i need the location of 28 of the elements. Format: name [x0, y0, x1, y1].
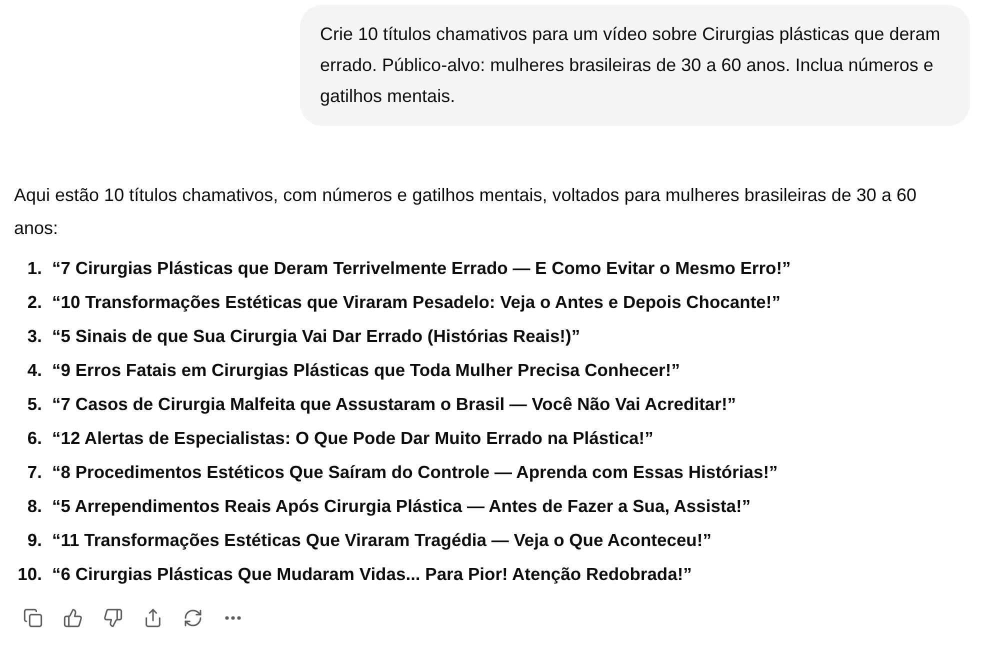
response-intro: Aqui estão 10 títulos chamativos, com números e gatilhos mentais, voltados para mulheres brasileiras de 30 a 60 anos: [14, 184, 918, 240]
list-item-text: “9 Erros Fatais em Cirurgias Plásticas que Toda Mulher Precisa Conhecer!” [52, 358, 680, 382]
thumbs-up-icon [63, 608, 83, 628]
list-number: 2. [26, 290, 42, 314]
list-item-text: “12 Alertas de Especialistas: O Que Pode Dar Muito Errado na Plástica!” [52, 426, 654, 450]
list-number: 1. [26, 256, 42, 280]
list-item-text: “7 Casos de Cirurgia Malfeita que Assustaram o Brasil — Você Não Vai Acreditar!” [52, 392, 736, 416]
list-item-text: “8 Procedimentos Estéticos Que Saíram do Controle — Aprenda com Essas Histórias!” [52, 460, 778, 484]
list-number: 8. [26, 494, 42, 518]
list-item-text: “10 Transformações Estéticas que Viraram Pesadelo: Veja o Antes e Depois Chocante!” [52, 290, 780, 314]
list-item-text: “11 Transformações Estéticas Que Viraram Tragédia — Veja o Que Aconteceu!” [52, 528, 712, 552]
list-number: 5. [26, 392, 42, 416]
list-item-text: “7 Cirurgias Plásticas que Deram Terrivelmente Errado — E Como Evitar o Mesmo Erro!” [52, 256, 791, 280]
more-icon [225, 616, 241, 620]
thumbs-down-icon [103, 608, 123, 628]
user-message: Crie 10 títulos chamativos para um vídeo sobre Cirurgias plásticas que deram errado. Público-alvo: mulheres brasileiras de 30 a 60 anos. Inclua números e gatilhos mentais. [300, 5, 970, 126]
list-item-text: “6 Cirurgias Plásticas Que Mudaram Vidas... Para Pior! Atenção Redobrada!” [52, 562, 692, 586]
list-number: 9. [26, 528, 42, 552]
list-number: 7. [26, 460, 42, 484]
list-item-text: “5 Sinais de que Sua Cirurgia Vai Dar Errado (Histórias Reais!)” [52, 324, 580, 348]
list-number: 4. [26, 358, 42, 382]
list-number: 6. [26, 426, 42, 450]
list-number: 3. [26, 324, 42, 348]
refresh-icon [183, 608, 203, 628]
list-number: 10. [16, 562, 42, 586]
share-icon [143, 608, 163, 628]
copy-icon [23, 608, 43, 628]
list-item-text: “5 Arrependimentos Reais Após Cirurgia Plástica — Antes de Fazer a Sua, Assista!” [52, 494, 751, 518]
